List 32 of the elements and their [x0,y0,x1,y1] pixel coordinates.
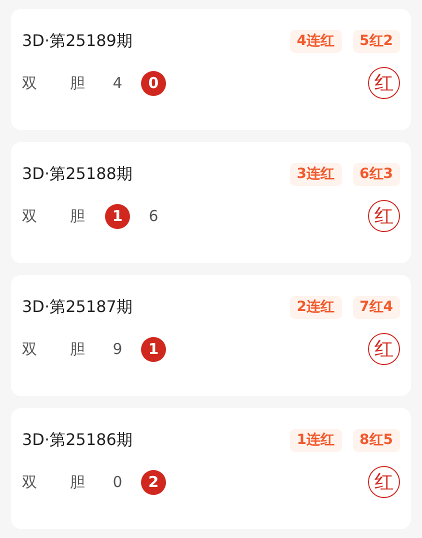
streak-badge: 3连红 [290,162,342,186]
label-text: 双 [22,472,38,493]
hit-number: 1 [105,204,130,228]
streak-badge: 6红3 [352,162,400,186]
streak-badge: 2连红 [290,296,342,318]
stamp: 红 [368,67,400,99]
label-text: 双 [22,206,38,227]
hit-number: 2 [141,470,166,494]
streak-badge: 8红5 [352,428,400,452]
number-text: 9 [112,338,124,360]
label-text: 双 [22,72,38,94]
streak-badge: 4连红 [290,30,342,52]
stamp: 红 [368,333,400,365]
issue-title: 3D·第25188期 [22,163,132,185]
number-text: 4 [112,72,124,94]
hit-number: 0 [141,70,166,96]
label-text: 双 [22,338,38,360]
label-text: 胆 [70,72,86,94]
label-text: 胆 [70,472,86,493]
stamp: 红 [368,200,400,232]
number-text: 6 [148,206,160,227]
number-text: 0 [112,472,124,493]
streak-badge: 7红4 [352,296,400,318]
issue-title: 3D·第25189期 [22,30,132,52]
issue-title: 3D·第25186期 [22,429,132,451]
streak-badge: 5红2 [352,30,400,52]
issue-title: 3D·第25187期 [22,296,132,318]
hit-number: 1 [141,336,166,362]
stamp: 红 [368,466,400,498]
label-text: 胆 [70,338,86,360]
label-text: 胆 [70,206,86,227]
streak-badge: 1连红 [290,428,342,452]
